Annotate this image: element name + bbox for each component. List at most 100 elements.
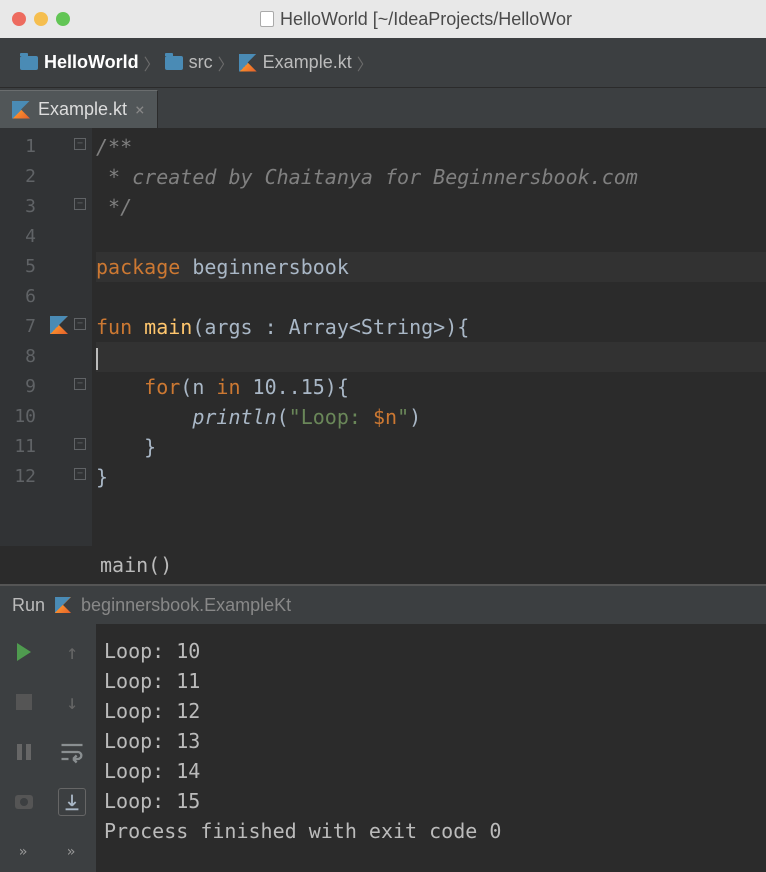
titlebar: HelloWorld [~/IdeaProjects/HelloWor <box>0 0 766 38</box>
code-text: ( <box>277 405 289 429</box>
kotlin-icon <box>239 54 257 72</box>
console-line: Loop: 11 <box>104 666 758 696</box>
down-button[interactable]: ↓ <box>58 688 86 716</box>
line-number: 2 <box>0 162 36 192</box>
console-line: Process finished with exit code 0 <box>104 816 758 846</box>
line-number: 9 <box>0 372 36 402</box>
scroll-to-end-button[interactable] <box>58 788 86 816</box>
minimize-window-button[interactable] <box>34 12 48 26</box>
close-window-button[interactable] <box>12 12 26 26</box>
code-keyword: package <box>96 255 180 279</box>
kotlin-icon <box>55 597 71 613</box>
line-number: 4 <box>0 222 36 252</box>
pause-icon <box>17 744 31 760</box>
chevron-right-icon: 〉 <box>147 54 157 72</box>
stop-button[interactable] <box>10 688 38 716</box>
fold-toggle-icon[interactable]: − <box>74 138 86 150</box>
rerun-button[interactable] <box>10 638 38 666</box>
line-number: 11 <box>0 432 36 462</box>
code-text: ) <box>409 405 421 429</box>
code-text: beginnersbook <box>180 255 349 279</box>
kotlin-icon <box>12 101 30 119</box>
up-button[interactable]: ↑ <box>58 638 86 666</box>
code-text: (n <box>180 375 216 399</box>
fold-toggle-icon[interactable]: − <box>74 198 86 210</box>
code-funcname: main <box>144 315 192 339</box>
run-target: beginnersbook.ExampleKt <box>81 595 291 616</box>
code-string: "Loop: <box>289 405 373 429</box>
breadcrumb-label: HelloWorld <box>44 52 139 73</box>
scroll-end-icon <box>61 791 83 813</box>
soft-wrap-button[interactable] <box>58 738 86 766</box>
fold-gutter: − − − − − − <box>46 128 92 546</box>
breadcrumb: HelloWorld 〉 src 〉 Example.kt 〉 <box>0 38 766 88</box>
breadcrumb-label: src <box>189 52 213 73</box>
window-title-text: HelloWorld [~/IdeaProjects/HelloWor <box>280 9 572 30</box>
wrap-icon <box>58 738 86 766</box>
structure-hint-text: main() <box>100 553 172 577</box>
code-line <box>96 222 766 252</box>
line-number: 6 <box>0 282 36 312</box>
code-params: (args : Array<String>){ <box>192 315 469 339</box>
console-line: Loop: 12 <box>104 696 758 726</box>
file-icon <box>260 11 274 27</box>
window-title: HelloWorld [~/IdeaProjects/HelloWor <box>78 9 754 30</box>
code-keyword: in <box>216 375 240 399</box>
run-toolbar-left: » <box>0 624 48 872</box>
cursor-caret <box>96 348 98 370</box>
line-number: 3 <box>0 192 36 222</box>
breadcrumb-project[interactable]: HelloWorld <box>12 48 147 77</box>
code-line <box>96 282 766 312</box>
run-gutter-icon[interactable] <box>50 316 68 334</box>
pause-button[interactable] <box>10 738 38 766</box>
console-line: Loop: 13 <box>104 726 758 756</box>
console-line: Loop: 14 <box>104 756 758 786</box>
maximize-window-button[interactable] <box>56 12 70 26</box>
line-number: 1 <box>0 132 36 162</box>
line-number-gutter: 1 2 3 4 5 6 7 8 9 10 11 12 <box>0 128 46 546</box>
run-toolbar-right: ↑ ↓ » <box>48 624 96 872</box>
code-comment: */ <box>96 195 132 219</box>
fold-toggle-icon[interactable]: − <box>74 438 86 450</box>
tabbar: Example.kt × <box>0 88 766 128</box>
more-button[interactable]: » <box>10 838 38 866</box>
structure-hint[interactable]: main() <box>0 546 766 584</box>
tab-label: Example.kt <box>38 99 127 120</box>
run-toolwindow-header[interactable]: Run beginnersbook.ExampleKt <box>0 584 766 624</box>
console-line: Loop: 15 <box>104 786 758 816</box>
run-toolwindow: » ↑ ↓ » Loop: 10 Loop: 11 Loop: 12 Loop:… <box>0 624 766 872</box>
code-editor[interactable]: 1 2 3 4 5 6 7 8 9 10 11 12 − − − − − − /… <box>0 128 766 546</box>
code-indent <box>96 405 192 429</box>
line-number: 5 <box>0 252 36 282</box>
run-label: Run <box>12 595 45 616</box>
code-string: " <box>397 405 409 429</box>
console-line: Loop: 10 <box>104 636 758 666</box>
code-area[interactable]: /** * created by Chaitanya for Beginners… <box>92 128 766 546</box>
dump-button[interactable] <box>10 788 38 816</box>
code-line: } <box>96 462 766 492</box>
more-button[interactable]: » <box>58 838 86 866</box>
fold-toggle-icon[interactable]: − <box>74 468 86 480</box>
stop-icon <box>16 694 32 710</box>
code-keyword: fun <box>96 315 144 339</box>
chevron-right-icon: 〉 <box>221 54 231 72</box>
fold-toggle-icon[interactable]: − <box>74 318 86 330</box>
code-comment: * created by Chaitanya for Beginnersbook… <box>96 165 638 189</box>
editor-tab[interactable]: Example.kt × <box>0 90 158 128</box>
breadcrumb-src[interactable]: src <box>157 48 221 77</box>
camera-icon <box>15 795 33 809</box>
code-call: println <box>192 405 276 429</box>
folder-icon <box>165 56 183 70</box>
breadcrumb-label: Example.kt <box>263 52 352 73</box>
close-tab-icon[interactable]: × <box>135 100 145 119</box>
breadcrumb-file[interactable]: Example.kt <box>231 48 360 77</box>
line-number: 12 <box>0 462 36 492</box>
play-icon <box>17 643 31 661</box>
chevron-right-icon: 〉 <box>360 54 370 72</box>
code-comment: /** <box>96 135 132 159</box>
fold-toggle-icon[interactable]: − <box>74 378 86 390</box>
line-number: 8 <box>0 342 36 372</box>
code-string-var: $n <box>373 405 397 429</box>
console-output[interactable]: Loop: 10 Loop: 11 Loop: 12 Loop: 13 Loop… <box>96 624 766 872</box>
line-number: 7 <box>0 312 36 342</box>
